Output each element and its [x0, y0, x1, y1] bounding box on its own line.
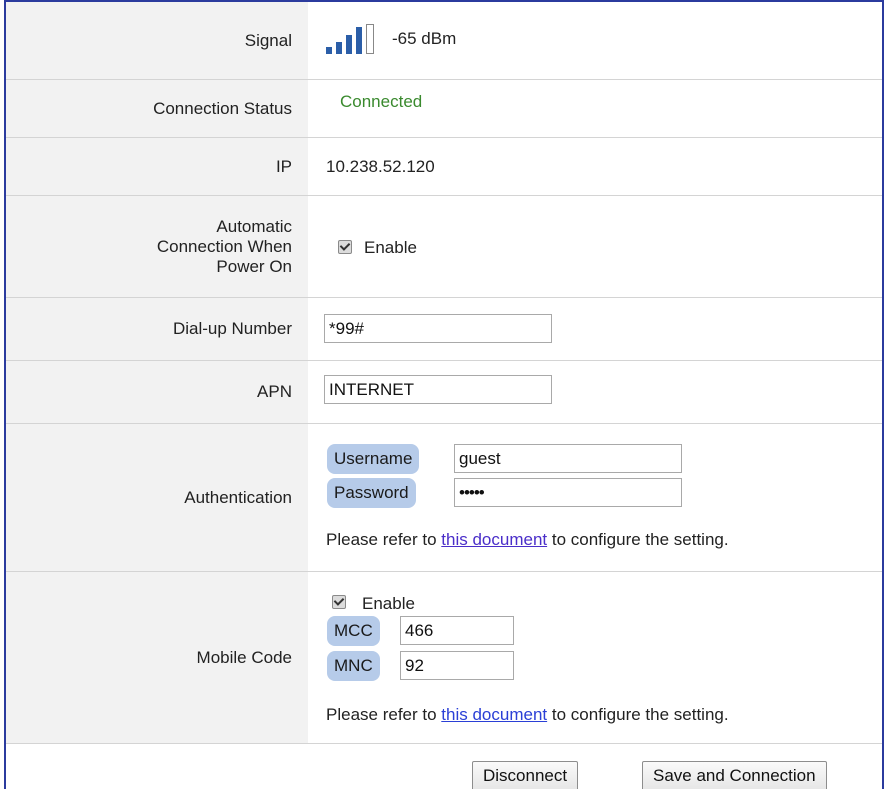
- apn-label: APN: [6, 361, 308, 423]
- authentication-row: Authentication Username Password Please …: [6, 424, 882, 572]
- signal-value: -65 dBm: [392, 29, 457, 48]
- signal-strength-icon: [326, 24, 388, 54]
- authentication-note: Please refer to this document to configu…: [326, 530, 729, 549]
- dialup-number-input[interactable]: [324, 314, 552, 343]
- auto-connect-row: Automatic Connection When Power On Enabl…: [6, 196, 882, 298]
- signal-row: Signal -65 dBm: [6, 2, 882, 80]
- connection-status-value: Connected: [340, 92, 423, 111]
- auto-connect-checkbox[interactable]: [338, 240, 352, 254]
- auto-connect-enable-label: Enable: [364, 238, 417, 257]
- mobile-code-row: Mobile Code Enable MCC MNC Please refer …: [6, 572, 882, 744]
- username-tag: Username: [327, 444, 420, 474]
- disconnect-button[interactable]: Disconnect: [472, 761, 579, 789]
- mobile-code-checkbox[interactable]: [332, 595, 346, 609]
- mnc-input[interactable]: [400, 651, 514, 680]
- apn-row: APN: [6, 361, 882, 424]
- save-and-connection-button[interactable]: Save and Connection: [642, 761, 827, 789]
- auto-connect-label: Automatic Connection When Power On: [6, 196, 308, 297]
- password-input[interactable]: [454, 478, 682, 507]
- signal-bar-4: [356, 27, 362, 54]
- ip-label: IP: [6, 138, 308, 195]
- dialup-label: Dial-up Number: [6, 298, 308, 360]
- mobile-code-note: Please refer to this document to configu…: [326, 705, 729, 724]
- auth-document-link[interactable]: this document: [441, 530, 547, 549]
- signal-bar-1: [326, 47, 332, 54]
- authentication-label: Authentication: [6, 424, 308, 571]
- dialup-row: Dial-up Number: [6, 298, 882, 361]
- mcc-tag: MCC: [327, 616, 380, 646]
- apn-input[interactable]: [324, 375, 552, 404]
- mnc-tag: MNC: [327, 651, 380, 681]
- signal-label: Signal: [6, 2, 308, 79]
- connection-status-row: Connection Status Connected: [6, 80, 882, 138]
- mobile-code-enable-label: Enable: [362, 594, 415, 613]
- ip-value: 10.238.52.120: [326, 157, 435, 176]
- mobile-code-document-link[interactable]: this document: [441, 705, 547, 724]
- signal-bar-5: [366, 24, 374, 54]
- signal-bar-2: [336, 42, 342, 54]
- password-tag: Password: [327, 478, 416, 508]
- signal-bar-3: [346, 35, 352, 54]
- connection-status-label: Connection Status: [6, 80, 308, 137]
- mobile-network-settings-panel: Signal -65 dBm Connection Status Connect…: [4, 0, 884, 789]
- mobile-code-label: Mobile Code: [6, 572, 308, 743]
- ip-row: IP 10.238.52.120: [6, 138, 882, 196]
- username-input[interactable]: [454, 444, 682, 473]
- mcc-input[interactable]: [400, 616, 514, 645]
